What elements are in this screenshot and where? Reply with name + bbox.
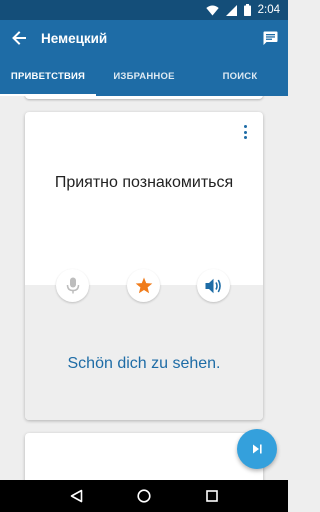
cell-signal-icon — [225, 4, 237, 16]
more-options-button[interactable] — [241, 124, 249, 140]
autoplay-button[interactable] — [237, 429, 277, 469]
nav-back-icon — [70, 489, 82, 503]
play-audio-button[interactable] — [197, 269, 230, 302]
record-button[interactable] — [56, 269, 89, 302]
play-next-icon — [253, 444, 262, 454]
back-button[interactable] — [0, 20, 38, 56]
more-vert-dot — [243, 130, 247, 134]
more-vert-icon — [243, 125, 247, 128]
app-bar: Немецкий — [0, 20, 288, 56]
battery-icon — [243, 4, 251, 16]
back-nav-button[interactable] — [64, 484, 88, 508]
status-bar: 2:04 — [0, 0, 288, 20]
speaker-icon — [205, 278, 221, 293]
more-vert-dot — [243, 136, 247, 139]
translation-text: Schön dich zu sehen. — [67, 355, 221, 372]
nav-home-icon — [137, 489, 151, 503]
tab-bar: ПРИВЕТСТВИЯ ИЗБРАННОЕ ПОИСК — [0, 56, 288, 96]
wifi-icon — [205, 5, 219, 16]
phrase-text: Приятно познакомиться — [54, 174, 234, 191]
status-time: 2:04 — [257, 4, 280, 16]
tab-greetings[interactable]: ПРИВЕТСТВИЯ — [0, 56, 96, 96]
home-nav-button[interactable] — [132, 484, 156, 508]
next-phrase-card[interactable] — [25, 433, 263, 480]
previous-phrase-card[interactable] — [25, 96, 263, 99]
chat-button[interactable] — [252, 20, 288, 56]
microphone-icon — [66, 277, 79, 293]
page-title: Немецкий — [41, 30, 108, 46]
system-nav-bar — [0, 480, 288, 512]
chat-icon — [263, 31, 277, 45]
recents-nav-button[interactable] — [200, 484, 224, 508]
phrase-card[interactable]: Приятно познакомиться Schön dich zu sehe… — [25, 112, 263, 420]
favorite-button[interactable] — [127, 269, 160, 302]
arrow-back-icon — [12, 31, 26, 45]
tab-favorites[interactable]: ИЗБРАННОЕ — [96, 56, 192, 96]
star-icon — [135, 277, 152, 294]
translation-area — [25, 285, 263, 420]
nav-recents-icon — [206, 490, 218, 502]
phrase-list[interactable]: Приятно познакомиться Schön dich zu sehe… — [0, 96, 288, 480]
tab-search[interactable]: ПОИСК — [192, 56, 288, 96]
